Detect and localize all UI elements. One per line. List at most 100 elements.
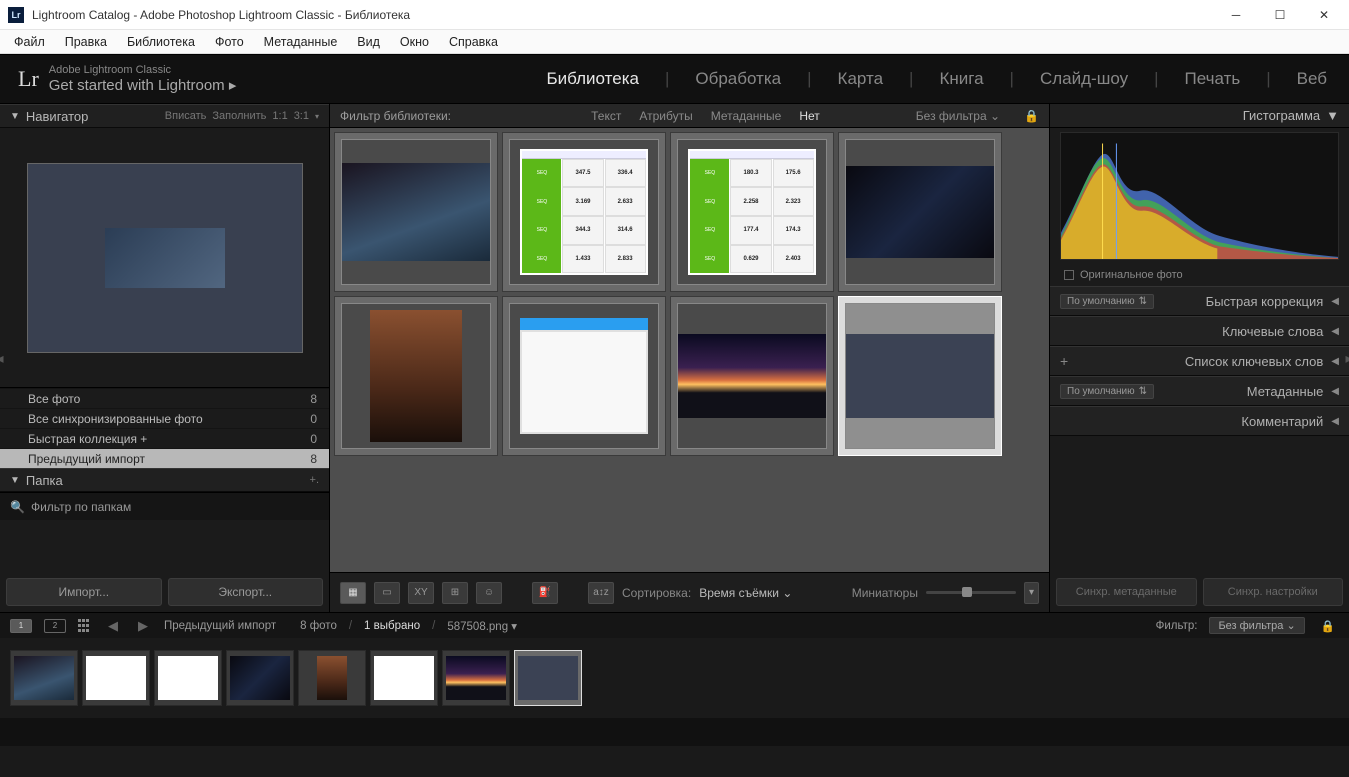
left-collapse-handle[interactable]: ◂ xyxy=(0,104,6,612)
next-arrow-icon[interactable]: ▶ xyxy=(134,618,152,634)
folders-header[interactable]: ▼ Папка +. xyxy=(0,468,329,492)
grid-cell[interactable]: SEQ347.5336.4SEQ3.1692.633SEQ344.3314.6S… xyxy=(502,132,666,292)
histogram-header[interactable]: Гистограмма ▼ xyxy=(1050,104,1349,128)
sync-settings-button[interactable]: Синхр. настройки xyxy=(1203,578,1344,606)
filmstrip[interactable] xyxy=(0,638,1349,718)
menu-metadata[interactable]: Метаданные xyxy=(256,33,346,51)
import-button[interactable]: Импорт... xyxy=(6,578,162,606)
view-compare-icon[interactable]: XY xyxy=(408,582,434,604)
nav-1to1[interactable]: 1:1 xyxy=(272,110,287,122)
nav-zoom-more[interactable]: ▾ xyxy=(315,112,319,121)
maximize-button[interactable]: ☐ xyxy=(1267,5,1293,25)
histogram[interactable] xyxy=(1060,132,1339,260)
menu-help[interactable]: Справка xyxy=(441,33,506,51)
filter-attributes[interactable]: Атрибуты xyxy=(639,109,692,123)
filter-none[interactable]: Нет xyxy=(799,109,819,123)
quick-develop-header[interactable]: По умолчанию ⇅ Быстрая коррекция◀ xyxy=(1050,286,1349,316)
nav-3to1[interactable]: 3:1 xyxy=(294,110,309,122)
sync-metadata-button[interactable]: Синхр. метаданные xyxy=(1056,578,1197,606)
menu-view[interactable]: Вид xyxy=(349,33,388,51)
nav-fill[interactable]: Заполнить xyxy=(212,110,266,122)
folder-filter-input[interactable]: Фильтр по папкам xyxy=(31,500,319,514)
grid-cell-selected[interactable] xyxy=(838,296,1002,456)
filmstrip-selected: 1 выбрано xyxy=(364,620,420,632)
filmstrip-cell[interactable] xyxy=(442,650,510,706)
grid-cell[interactable] xyxy=(334,296,498,456)
comments-header[interactable]: Комментарий◀ xyxy=(1050,406,1349,436)
filter-preset[interactable]: Без фильтра ⌄ xyxy=(916,109,1000,123)
preset-default[interactable]: По умолчанию ⇅ xyxy=(1060,294,1154,309)
grid-icon[interactable] xyxy=(78,619,92,633)
grid-cell[interactable] xyxy=(838,132,1002,292)
export-button[interactable]: Экспорт... xyxy=(168,578,324,606)
main-screen-toggle[interactable]: 1 xyxy=(10,619,32,633)
menu-library[interactable]: Библиотека xyxy=(119,33,203,51)
filmstrip-cell[interactable] xyxy=(154,650,222,706)
menubar: Файл Правка Библиотека Фото Метаданные В… xyxy=(0,30,1349,54)
view-survey-icon[interactable]: ⊞ xyxy=(442,582,468,604)
catalog-quick-collection[interactable]: Быстрая коллекция +0 xyxy=(0,428,329,448)
metadata-default[interactable]: По умолчанию ⇅ xyxy=(1060,384,1154,399)
module-print[interactable]: Печать xyxy=(1181,69,1245,89)
plus-icon[interactable]: + xyxy=(1060,353,1068,369)
filmstrip-cell[interactable] xyxy=(370,650,438,706)
filmstrip-cell[interactable] xyxy=(298,650,366,706)
folders-add-icon[interactable]: +. xyxy=(310,474,319,486)
view-people-icon[interactable]: ☺ xyxy=(476,582,502,604)
module-develop[interactable]: Обработка xyxy=(691,69,785,89)
thumbnail-grid[interactable]: SEQ347.5336.4SEQ3.1692.633SEQ344.3314.6S… xyxy=(330,128,1049,572)
library-filter-bar: Фильтр библиотеки: Текст Атрибуты Метада… xyxy=(330,104,1049,128)
view-grid-icon[interactable]: ▦ xyxy=(340,582,366,604)
filmstrip-cell[interactable] xyxy=(226,650,294,706)
filmstrip-cell[interactable] xyxy=(10,650,78,706)
grid-cell[interactable]: SEQ180.3175.6SEQ2.2582.323SEQ177.4174.3S… xyxy=(670,132,834,292)
filmstrip-filter-select[interactable]: Без фильтра ⌄ xyxy=(1209,617,1304,634)
sort-value[interactable]: Время съёмки ⌄ xyxy=(699,586,792,600)
module-library[interactable]: Библиотека xyxy=(543,69,643,89)
module-slideshow[interactable]: Слайд-шоу xyxy=(1036,69,1132,89)
menu-file[interactable]: Файл xyxy=(6,33,53,51)
catalog-synced[interactable]: Все синхронизированные фото0 xyxy=(0,408,329,428)
keyword-list-header[interactable]: + Список ключевых слов◀ xyxy=(1050,346,1349,376)
catalog-previous-import[interactable]: Предыдущий импорт8 xyxy=(0,448,329,468)
checkbox-icon[interactable] xyxy=(1064,270,1074,280)
app-icon: Lr xyxy=(8,7,24,23)
keywords-header[interactable]: Ключевые слова◀ xyxy=(1050,316,1349,346)
metadata-header[interactable]: По умолчанию ⇅ Метаданные◀ xyxy=(1050,376,1349,406)
second-screen-toggle[interactable]: 2 xyxy=(44,619,66,633)
nav-fit[interactable]: Вписать xyxy=(165,110,207,122)
painter-icon[interactable]: ⛽ xyxy=(532,582,558,604)
filmstrip-source[interactable]: Предыдущий импорт xyxy=(164,620,276,632)
menu-photo[interactable]: Фото xyxy=(207,33,252,51)
close-button[interactable]: ✕ xyxy=(1311,5,1337,25)
grid-cell[interactable] xyxy=(502,296,666,456)
filter-text[interactable]: Текст xyxy=(591,109,621,123)
module-map[interactable]: Карта xyxy=(834,69,888,89)
grid-cell[interactable] xyxy=(670,296,834,456)
right-panel: ▸ Гистограмма ▼ Оригинальное фото По умо… xyxy=(1049,104,1349,612)
catalog-all-photos[interactable]: Все фото8 xyxy=(0,388,329,408)
minimize-button[interactable]: ─ xyxy=(1223,5,1249,25)
filter-lock-icon[interactable]: 🔒 xyxy=(1317,619,1339,633)
filmstrip-cell[interactable] xyxy=(82,650,150,706)
module-book[interactable]: Книга xyxy=(935,69,987,89)
navigator-header[interactable]: ▼ Навигатор Вписать Заполнить 1:1 3:1 ▾ xyxy=(0,104,329,128)
folder-filter[interactable]: 🔍 Фильтр по папкам xyxy=(0,492,329,520)
toolbar-menu[interactable]: ▾ xyxy=(1024,582,1039,604)
view-loupe-icon[interactable]: ▭ xyxy=(374,582,400,604)
module-web[interactable]: Веб xyxy=(1293,69,1331,89)
prev-arrow-icon[interactable]: ◀ xyxy=(104,618,122,634)
filmstrip-file[interactable]: 587508.png ▾ xyxy=(447,619,517,633)
navigator-preview[interactable] xyxy=(0,128,329,388)
right-collapse-handle[interactable]: ▸ xyxy=(1343,104,1349,612)
lock-icon[interactable]: 🔒 xyxy=(1024,109,1039,123)
menu-window[interactable]: Окно xyxy=(392,33,437,51)
filter-metadata[interactable]: Метаданные xyxy=(711,109,782,123)
grid-cell[interactable] xyxy=(334,132,498,292)
thumb-size-slider[interactable] xyxy=(926,591,1016,594)
sort-direction-icon[interactable]: a↕z xyxy=(588,582,614,604)
menu-edit[interactable]: Правка xyxy=(57,33,115,51)
filmstrip-cell-selected[interactable] xyxy=(514,650,582,706)
original-photo-toggle[interactable]: Оригинальное фото xyxy=(1050,264,1349,286)
tagline[interactable]: Get started with Lightroom ▸ xyxy=(49,77,237,94)
